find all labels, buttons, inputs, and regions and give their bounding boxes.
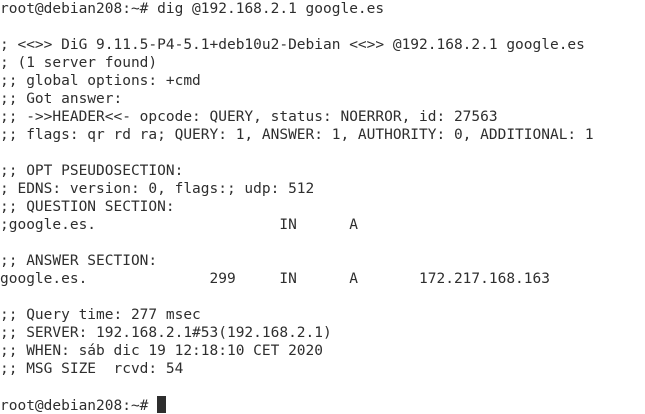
servers-found-line: ; (1 server found) <box>0 55 158 71</box>
when-line: ;; WHEN: sáb dic 19 12:18:10 CET 2020 <box>0 343 324 359</box>
input-line[interactable]: root@debian208:~# <box>0 396 167 414</box>
question-section-heading: ;; QUESTION SECTION: <box>0 199 175 215</box>
typed-command: dig @192.168.2.1 google.es <box>157 1 385 17</box>
global-options-line: ;; global options: +cmd <box>0 73 201 89</box>
question-record: ;google.es. IN A <box>0 217 358 233</box>
opt-pseudosection-heading: ;; OPT PSEUDOSECTION: <box>0 163 184 179</box>
answer-section-heading: ;; ANSWER SECTION: <box>0 253 158 269</box>
got-answer-line: ;; Got answer: <box>0 91 123 107</box>
answer-record: google.es. 299 IN A 172.217.168.163 <box>0 271 550 287</box>
msg-size-line: ;; MSG SIZE rcvd: 54 <box>0 361 184 377</box>
query-time-line: ;; Query time: 277 msec <box>0 307 201 323</box>
flags-line: ;; flags: qr rd ra; QUERY: 1, ANSWER: 1,… <box>0 127 594 143</box>
server-line: ;; SERVER: 192.168.2.1#53(192.168.2.1) <box>0 325 332 341</box>
shell-prompt: root@debian208:~# <box>0 398 149 414</box>
command-line: root@debian208:~# dig @192.168.2.1 googl… <box>0 0 384 18</box>
dig-banner: ; <<>> DiG 9.11.5-P4-5.1+deb10u2-Debian … <box>0 37 585 53</box>
edns-line: ; EDNS: version: 0, flags:; udp: 512 <box>0 181 315 197</box>
terminal-window[interactable]: root@debian208:~# dig @192.168.2.1 googl… <box>0 0 645 414</box>
shell-prompt: root@debian208:~# <box>0 1 149 17</box>
text-cursor <box>157 396 167 413</box>
header-line: ;; ->>HEADER<<- opcode: QUERY, status: N… <box>0 109 498 125</box>
